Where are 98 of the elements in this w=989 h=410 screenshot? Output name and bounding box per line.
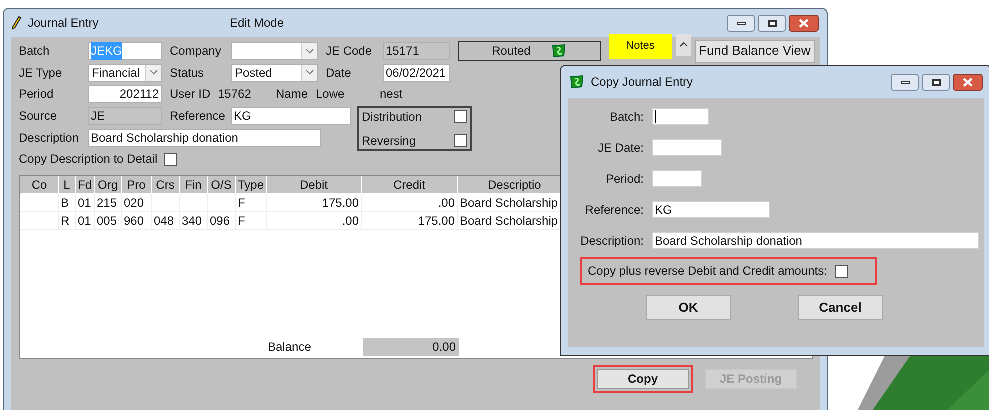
chevron-down-icon <box>306 70 314 75</box>
dialog-button[interactable]: Cancel <box>798 295 883 320</box>
field-label: Description: <box>580 232 645 250</box>
column-header[interactable]: Type <box>236 176 267 194</box>
input-field[interactable]: 06/02/2021 <box>383 64 450 82</box>
table-cell-text: 960 <box>124 212 144 230</box>
input-field[interactable] <box>652 108 709 125</box>
money-flag-icon <box>550 44 567 58</box>
close-icon <box>799 18 809 28</box>
checkbox[interactable] <box>835 264 848 278</box>
column-header[interactable]: Crs <box>152 176 180 194</box>
close-icon <box>963 78 973 86</box>
table-cell-text: 175.00 <box>418 212 455 230</box>
column-header[interactable]: Pro <box>122 176 152 194</box>
field-label: Batch: <box>608 108 645 126</box>
input-field[interactable]: Board Scholarship donation <box>652 232 979 249</box>
read-only-field: 15171 <box>383 42 450 60</box>
table-cell-text: 01 <box>78 212 92 230</box>
chevron-up-icon <box>680 42 688 47</box>
field-label: Company <box>170 43 222 60</box>
balance-label: Balance <box>268 339 312 356</box>
field-label: Reference <box>170 108 223 124</box>
dialog-button[interactable]: OK <box>646 295 731 320</box>
field-label: Reversing <box>362 132 416 150</box>
table-cell-text: 096 <box>210 212 230 230</box>
table-cell-text: .00 <box>342 212 359 230</box>
column-header[interactable]: Fin <box>180 176 208 194</box>
column-header[interactable]: L <box>59 176 76 194</box>
field-label: Copy Description to Detail <box>19 151 158 168</box>
table-cell-text: .00 <box>438 194 455 212</box>
table-cell-text: F <box>238 194 246 212</box>
user-id-label: User ID <box>170 86 210 102</box>
table-cell-text: 01 <box>78 194 92 212</box>
column-header[interactable]: Co <box>21 176 59 194</box>
dropdown[interactable]: Financial <box>88 64 162 82</box>
chevron-down-icon <box>306 48 314 54</box>
field-label: Reference: <box>584 202 645 218</box>
minimize-button[interactable] <box>891 74 919 90</box>
table-cell-text: 175.00 <box>322 194 359 212</box>
column-header[interactable]: Debit <box>267 176 362 194</box>
close-button[interactable] <box>953 74 983 90</box>
input-field[interactable]: Board Scholarship donation <box>88 128 321 146</box>
close-button[interactable] <box>789 14 819 32</box>
fund-balance-view-button[interactable]: Fund Balance View <box>695 40 815 62</box>
routed-status: Routed <box>458 41 601 61</box>
input-field[interactable]: KG <box>652 201 770 218</box>
table-cell-text: Board Scholarship <box>460 194 558 212</box>
chevron-down-icon <box>150 70 158 75</box>
field-label: Status <box>170 64 206 82</box>
field-label: Period: <box>604 170 645 188</box>
read-only-field: JE <box>88 106 162 124</box>
money-icon <box>569 74 585 90</box>
table-cell-text: F <box>238 212 246 230</box>
user-id-value: 15762 <box>218 86 252 102</box>
input-field[interactable] <box>652 139 722 156</box>
pencil-icon <box>12 16 22 30</box>
balance-value: 0.00 <box>363 338 459 356</box>
table-cell-text: 005 <box>97 212 118 230</box>
maximize-button[interactable] <box>758 14 786 32</box>
input-field[interactable]: KG <box>231 106 351 124</box>
minimize-button[interactable] <box>727 14 755 32</box>
action-button[interactable]: Copy <box>597 369 689 389</box>
checkbox[interactable] <box>454 134 467 147</box>
checkbox[interactable] <box>164 152 177 166</box>
field-label: Period <box>19 86 55 102</box>
field-label: JE Type <box>19 64 64 82</box>
dialog-title: Copy Journal Entry <box>591 74 694 91</box>
field-label: Description <box>19 130 80 146</box>
table-cell-text: R <box>61 212 70 230</box>
table-cell-text: B <box>61 194 70 212</box>
table-cell-text: 048 <box>154 212 174 230</box>
name-value: Lowe <box>316 86 346 102</box>
scroll-up-button[interactable] <box>676 34 691 56</box>
field-label: Batch <box>19 43 51 60</box>
window-title: Journal Entry <box>28 15 100 32</box>
name-value: nest <box>380 86 403 102</box>
column-header[interactable]: Credit <box>362 176 458 194</box>
column-header[interactable]: Fd <box>76 176 95 194</box>
table-cell-text: Board Scholarship <box>460 212 558 230</box>
field-label: Date <box>326 64 352 82</box>
table-cell-text: 215 <box>97 194 118 212</box>
table-cell-text: 340 <box>182 212 202 230</box>
mode-label: Edit Mode <box>230 15 284 32</box>
input-field[interactable] <box>652 170 702 187</box>
field-label: JE Date: <box>596 140 645 156</box>
maximize-button[interactable] <box>922 74 950 90</box>
input-field[interactable]: 202112 <box>88 84 162 102</box>
field-label: Source <box>19 108 58 124</box>
checkbox[interactable] <box>454 110 467 123</box>
column-header[interactable]: Org <box>95 176 122 194</box>
name-label: Name <box>276 86 308 102</box>
checkbox-label: Copy plus reverse Debit and Credit amounts: <box>588 263 828 280</box>
field-label: JE Code <box>326 43 374 60</box>
dropdown[interactable]: Posted <box>231 64 318 82</box>
notes-button[interactable]: Notes <box>609 34 672 58</box>
column-header[interactable]: O/S <box>208 176 236 194</box>
field-label: Distribution <box>362 108 422 126</box>
table-cell-text: 020 <box>124 194 144 212</box>
